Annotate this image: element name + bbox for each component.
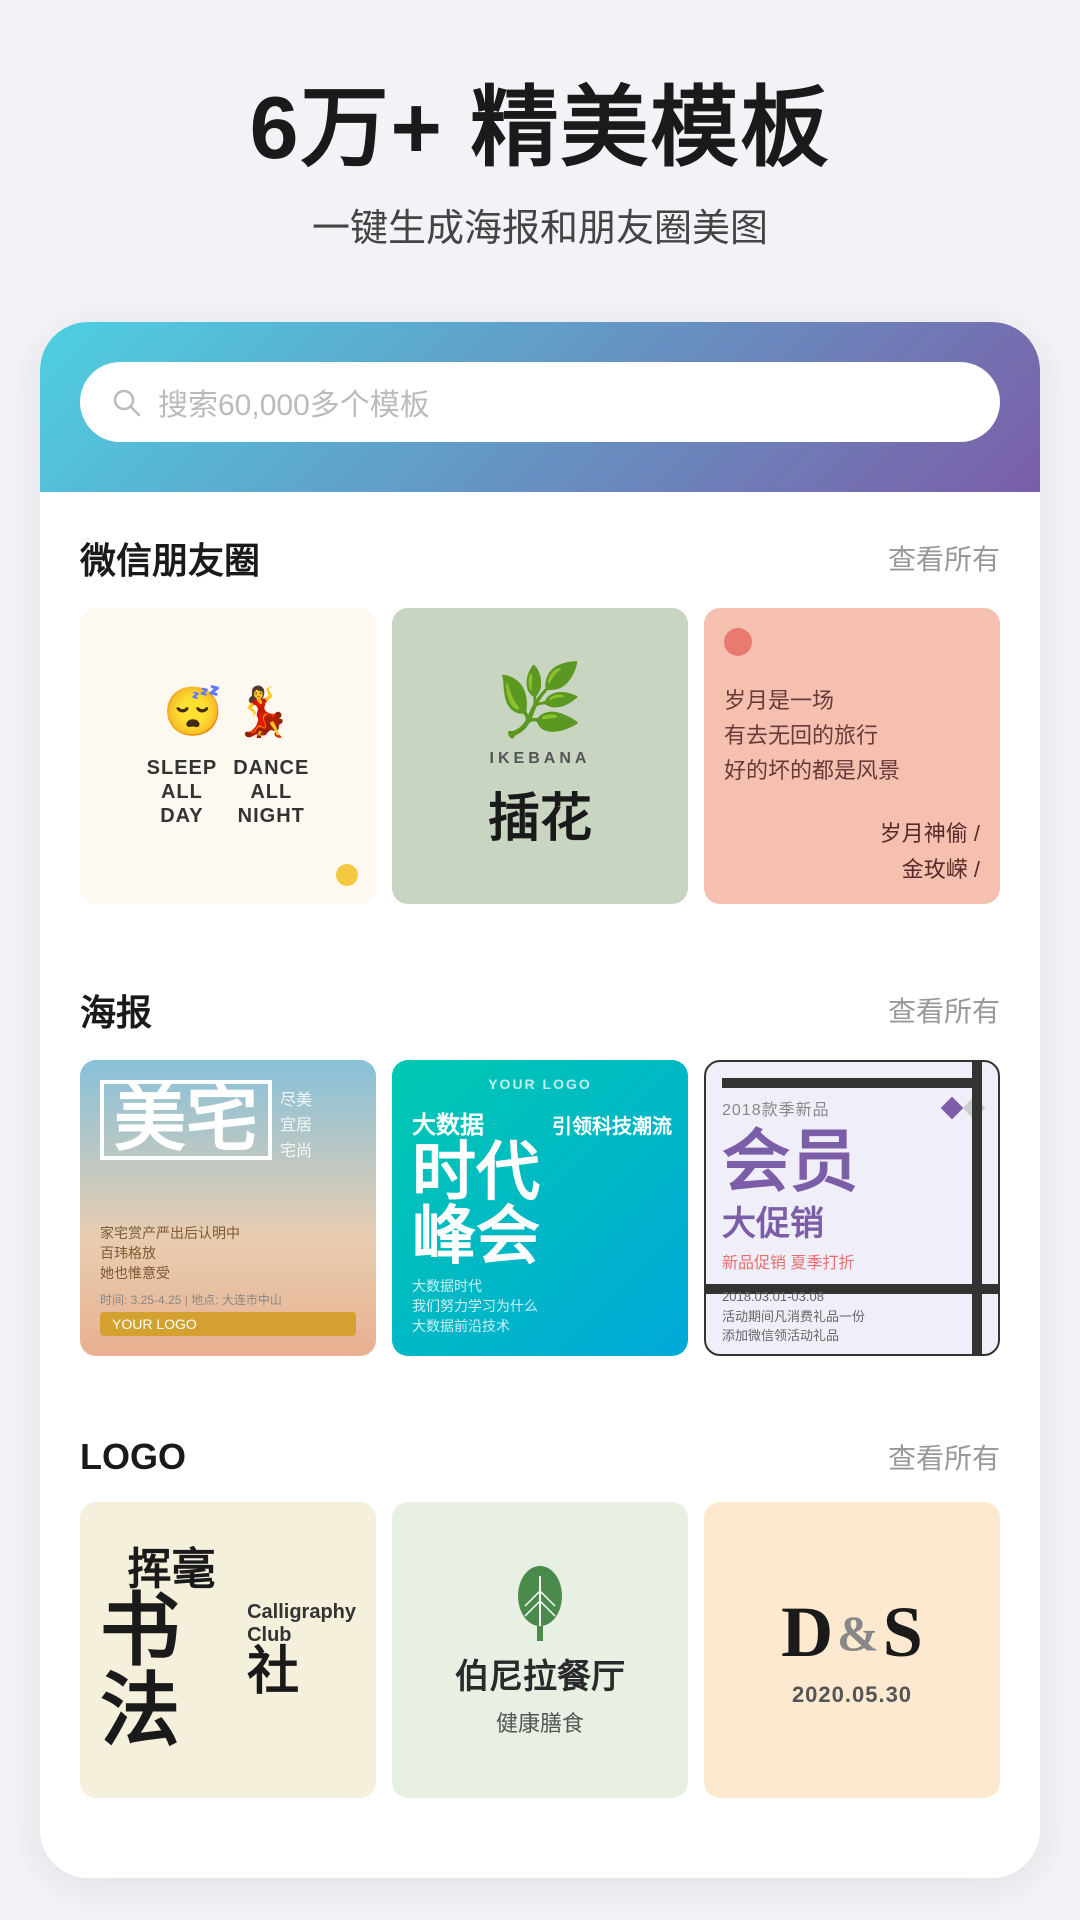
restaurant-sub: 健康膳食 bbox=[496, 1706, 584, 1738]
search-header: 搜索60,000多个模板 bbox=[40, 322, 1040, 492]
bigdata-content: 大数据 时代峰会 大数据时代我们努力学习为什么大数据前沿技术 bbox=[412, 1105, 668, 1336]
poster-card-member[interactable]: 2018款季新品 会员 大促销 新品促销 夏季打折 2018.03.01-03.… bbox=[704, 1060, 1000, 1356]
poster-header: 海报 查看所有 bbox=[80, 984, 1000, 1036]
wechat-section: 微信朋友圈 查看所有 😴 💃 SLEEPALLDAY DANCEALLNIGHT bbox=[40, 492, 1040, 924]
ikebana-en: IKEBANA bbox=[490, 750, 591, 768]
poster-section: 海报 查看所有 美宅 尽美宜居宅尚 家宅赏产严出后认明中百玮格放她也惟意受 时间… bbox=[40, 944, 1040, 1376]
meizhai-char: 美宅 bbox=[100, 1080, 272, 1160]
callig-zh2: 书法 bbox=[100, 1592, 243, 1752]
callig-right: Calligraphy Club 社 bbox=[247, 1601, 356, 1699]
ds-ampersand: & bbox=[837, 1604, 879, 1662]
wechat-card-sleep-dance[interactable]: 😴 💃 SLEEPALLDAY DANCEALLNIGHT bbox=[80, 608, 376, 904]
meizhai-logo-badge: YOUR LOGO bbox=[100, 1312, 356, 1336]
callig-zh1: 挥毫 bbox=[128, 1548, 216, 1592]
wechat-card-poem[interactable]: 岁月是一场 有去无回的旅行 好的坏的都是风景 岁月神偷 / 金玫嵘 / bbox=[704, 608, 1000, 904]
member-top-row: 2018款季新品 bbox=[722, 1096, 982, 1120]
dance-label: DANCEALLNIGHT bbox=[233, 756, 309, 828]
poem-author2: 金玫嵘 / bbox=[902, 852, 980, 884]
member-terms: 活动期间凡消费礼品一份 bbox=[722, 1307, 968, 1327]
ds-date: 2020.05.30 bbox=[792, 1682, 912, 1708]
poster-cards-row: 美宅 尽美宜居宅尚 家宅赏产严出后认明中百玮格放她也惟意受 时间: 3.25-4… bbox=[80, 1060, 1000, 1356]
wechat-header: 微信朋友圈 查看所有 bbox=[80, 532, 1000, 584]
member-details: 2018.03.01-03.08 活动期间凡消费礼品一份 添加微信领活动礼品 bbox=[722, 1287, 968, 1346]
poem-line1: 岁月是一场 bbox=[724, 683, 980, 718]
callig-left: 挥毫 书法 bbox=[100, 1548, 243, 1752]
bigdata-main: 时代峰会 bbox=[412, 1140, 668, 1268]
member-sub: 新品促销 夏季打折 bbox=[722, 1249, 982, 1273]
hero-section: 6万+ 精美模板 一键生成海报和朋友圈美图 bbox=[0, 0, 1080, 292]
wechat-link[interactable]: 查看所有 bbox=[888, 538, 1000, 578]
ikebana-zh: 插花 bbox=[488, 776, 592, 851]
poem-text: 岁月是一场 有去无回的旅行 好的坏的都是风景 bbox=[724, 683, 980, 789]
logo-section: LOGO 查看所有 挥毫 书法 Calligraphy Club 社 bbox=[40, 1396, 1040, 1818]
poster-card-bigdata[interactable]: YOUR LOGO 引领科技潮流 大数据 时代峰会 大数据时代我们努力学习为什么… bbox=[392, 1060, 688, 1356]
poem-line3: 好的坏的都是风景 bbox=[724, 753, 980, 788]
search-icon bbox=[110, 386, 142, 418]
emoji-dance: 💃 bbox=[233, 683, 293, 740]
meizhai-desc: 家宅赏产严出后认明中百玮格放她也惟意受 bbox=[100, 1223, 356, 1283]
meizhai-dates: 时间: 3.25-4.25 | 地点: 大连市中山 bbox=[100, 1291, 356, 1308]
app-card: 搜索60,000多个模板 微信朋友圈 查看所有 😴 💃 SLEEPALLDAY … bbox=[40, 322, 1040, 1878]
poem-circle bbox=[724, 628, 752, 656]
meizhai-top: 美宅 尽美宜居宅尚 bbox=[100, 1080, 356, 1165]
sleep-label: SLEEPALLDAY bbox=[147, 756, 218, 828]
member-main2: 大促销 bbox=[722, 1196, 982, 1245]
meizhai-spacer bbox=[100, 1165, 356, 1223]
wechat-title: 微信朋友圈 bbox=[80, 532, 260, 584]
logo-card-calligraphy[interactable]: 挥毫 书法 Calligraphy Club 社 bbox=[80, 1502, 376, 1798]
stripe-top bbox=[722, 1078, 982, 1088]
logo-cards-row: 挥毫 书法 Calligraphy Club 社 bbox=[80, 1502, 1000, 1798]
poem-bottom: 岁月神偷 / 金玫嵘 / bbox=[724, 816, 980, 884]
member-main1: 会员 bbox=[722, 1128, 982, 1196]
wechat-card-ikebana[interactable]: 🌿 IKEBANA 插花 bbox=[392, 608, 688, 904]
meizhai-sub: 尽美宜居宅尚 bbox=[280, 1088, 312, 1165]
poem-line2: 有去无回的旅行 bbox=[724, 718, 980, 753]
leaf-container bbox=[510, 1561, 570, 1641]
poster-link[interactable]: 查看所有 bbox=[888, 990, 1000, 1030]
hero-title: 6万+ 精美模板 bbox=[60, 80, 1020, 177]
ds-d: D bbox=[781, 1591, 833, 1674]
poster-card-meizhai[interactable]: 美宅 尽美宜居宅尚 家宅赏产严出后认明中百玮格放她也惟意受 时间: 3.25-4… bbox=[80, 1060, 376, 1356]
diamond-1 bbox=[941, 1096, 964, 1119]
leaf-svg bbox=[510, 1561, 570, 1641]
logo-card-ds[interactable]: D & S 2020.05.30 bbox=[704, 1502, 1000, 1798]
stripe-right-v bbox=[972, 1062, 982, 1354]
wc-text-row: SLEEPALLDAY DANCEALLNIGHT bbox=[147, 756, 310, 828]
hero-subtitle: 一键生成海报和朋友圈美图 bbox=[60, 197, 1020, 252]
poster-title: 海报 bbox=[80, 984, 152, 1036]
ds-s: S bbox=[883, 1591, 923, 1674]
member-date1: 2018.03.01-03.08 bbox=[722, 1287, 968, 1307]
callig-en1: Calligraphy bbox=[247, 1601, 356, 1624]
ds-letters: D & S bbox=[781, 1591, 923, 1674]
callig-zh3: 社 bbox=[247, 1647, 356, 1699]
callig-container: 挥毫 书法 Calligraphy Club 社 bbox=[100, 1548, 356, 1752]
logo-header: LOGO 查看所有 bbox=[80, 1436, 1000, 1478]
logo-link[interactable]: 查看所有 bbox=[888, 1437, 1000, 1477]
poem-author1: 岁月神偷 / bbox=[880, 816, 980, 848]
logo-title: LOGO bbox=[80, 1436, 186, 1478]
search-bar[interactable]: 搜索60,000多个模板 bbox=[80, 362, 1000, 442]
search-placeholder: 搜索60,000多个模板 bbox=[158, 380, 430, 424]
wechat-cards-row: 😴 💃 SLEEPALLDAY DANCEALLNIGHT 🌿 IKEBANA … bbox=[80, 608, 1000, 904]
wc-dot bbox=[336, 864, 358, 886]
logo-card-restaurant[interactable]: 伯尼拉餐厅 健康膳食 bbox=[392, 1502, 688, 1798]
emoji-sleep: 😴 bbox=[163, 683, 223, 740]
restaurant-name: 伯尼拉餐厅 bbox=[455, 1649, 625, 1698]
member-etc: 添加微信领活动礼品 bbox=[722, 1326, 968, 1346]
bigdata-trend: 引领科技潮流 bbox=[552, 1110, 672, 1139]
member-main-text: 会员 大促销 bbox=[722, 1128, 982, 1245]
member-year: 2018款季新品 bbox=[722, 1096, 830, 1120]
emoji-row: 😴 💃 bbox=[163, 683, 293, 740]
bigdata-desc: 大数据时代我们努力学习为什么大数据前沿技术 bbox=[412, 1276, 668, 1336]
bigdata-logo: YOUR LOGO bbox=[392, 1076, 688, 1092]
ikebana-emoji: 🌿 bbox=[496, 660, 583, 742]
